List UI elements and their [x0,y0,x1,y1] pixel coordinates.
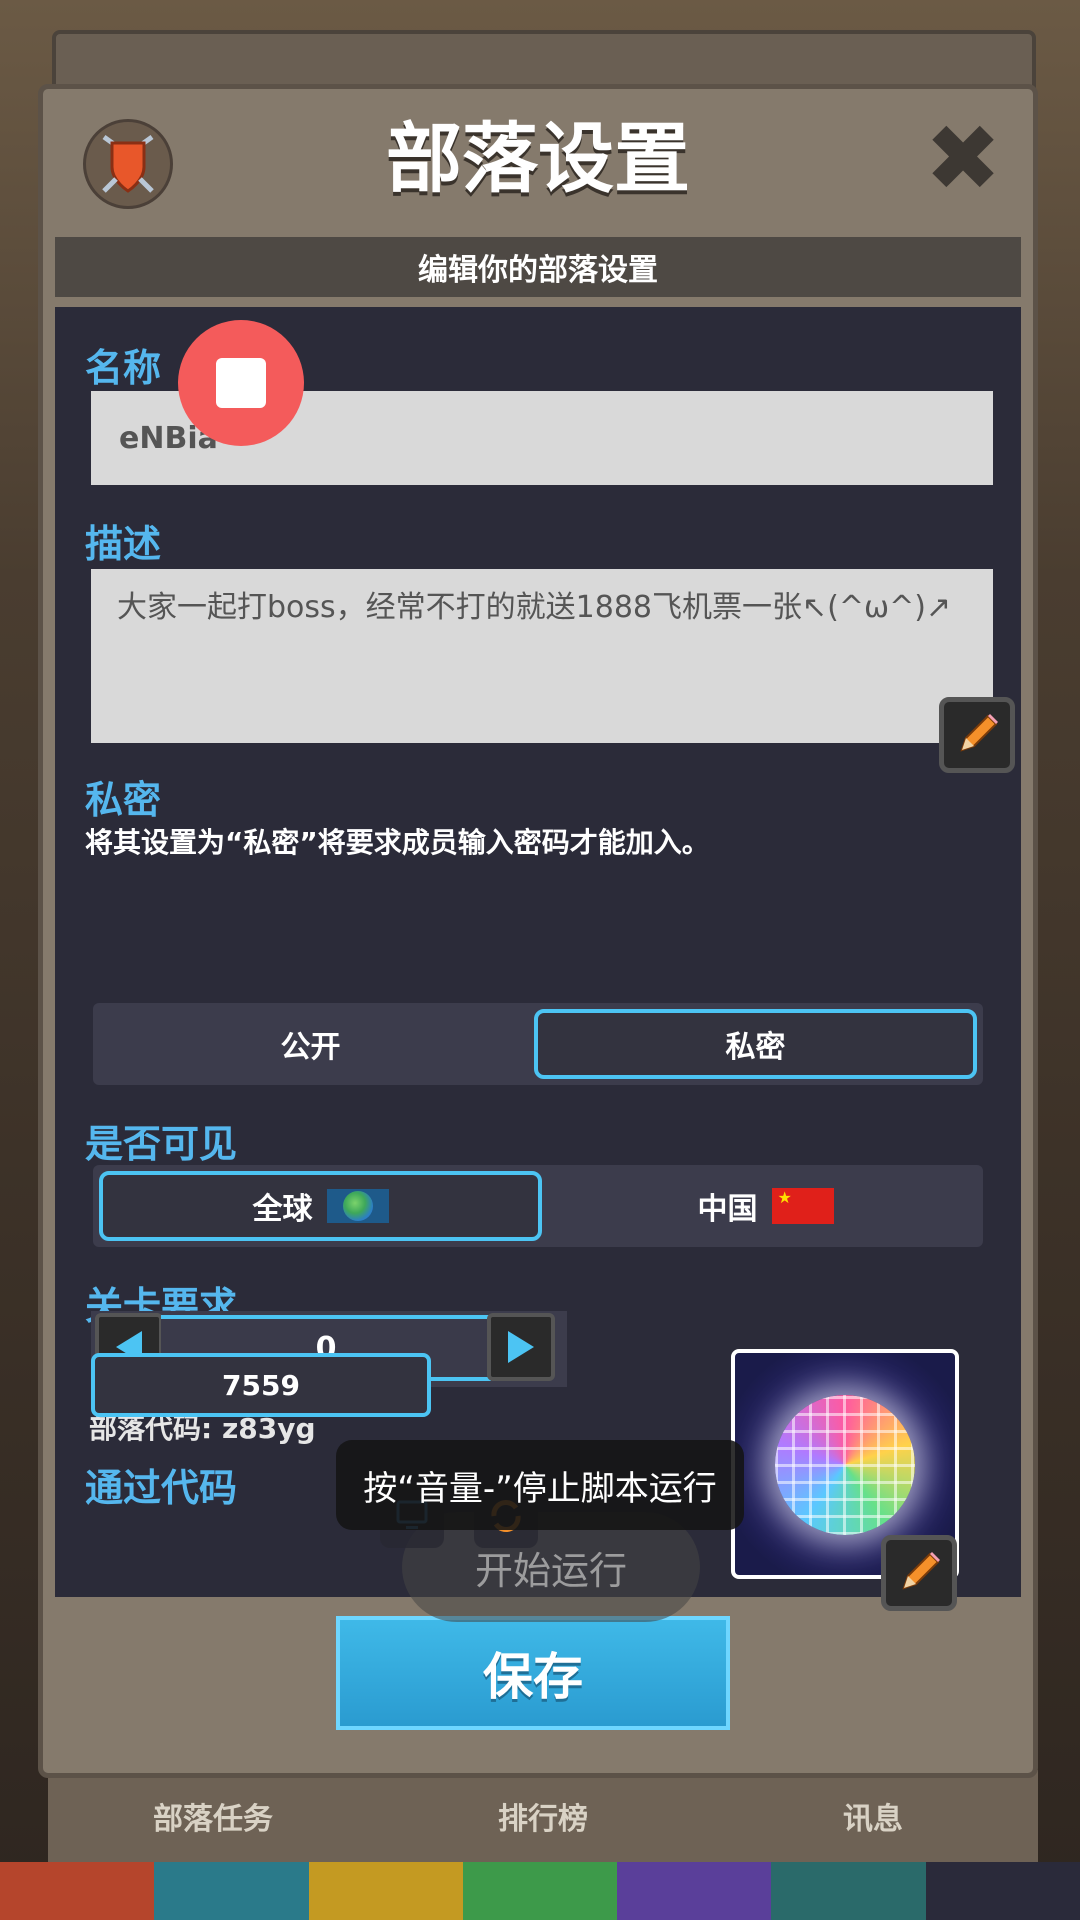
dialog-title-bar: 部落设置 ✖ [43,89,1033,229]
description-input[interactable]: 大家一起打boss，经常不打的就送1888飞机票一张↖(^ω^)↗ [91,569,993,743]
category-tile[interactable] [0,1862,155,1920]
stop-recording-button[interactable] [178,320,304,446]
category-tile[interactable] [771,1862,926,1920]
visibility-option-label: 全球 [252,1192,313,1227]
tab-leaderboard[interactable]: 排行榜 [378,1770,708,1862]
bottom-category-bar [0,1862,1080,1920]
increase-button[interactable] [487,1313,555,1381]
description-label: 描述 [85,522,162,566]
tab-label: 讯息 [843,1802,903,1837]
privacy-option-public[interactable]: 公开 [93,1003,528,1085]
category-tile[interactable] [462,1862,618,1920]
pencil-icon [960,714,998,752]
category-tile[interactable] [925,1862,1080,1920]
arrow-right-icon [508,1331,534,1363]
bottom-tab-bar: 部落任务 排行榜 讯息 [48,1770,1038,1862]
name-label: 名称 [85,346,162,390]
dialog-subtitle: 编辑你的部落设置 [55,237,1021,297]
globe-icon [326,1189,389,1223]
visibility-option-global[interactable]: 全球 [99,1171,542,1241]
visibility-option-china[interactable]: 中国 [548,1165,983,1247]
category-tile[interactable] [617,1862,772,1920]
privacy-label: 私密 [85,778,162,822]
privacy-toggle: 公开 私密 [93,1003,983,1085]
china-flag-icon [771,1188,834,1224]
tab-messages[interactable]: 讯息 [708,1770,1038,1862]
privacy-note: 将其设置为“私密”将要求成员输入密码才能加入。 [85,826,710,859]
pass-code-input[interactable]: 7559 [91,1353,431,1417]
pencil-icon [902,1552,940,1590]
disco-ball-emblem [775,1395,915,1535]
visibility-label: 是否可见 [85,1122,238,1166]
edit-description-button[interactable] [939,697,1015,773]
category-tile[interactable] [154,1862,309,1920]
close-icon[interactable]: ✖ [923,113,1003,205]
stop-icon [216,358,266,408]
pass-code-label: 通过代码 [85,1466,238,1510]
tab-label: 部落任务 [153,1802,273,1837]
category-tile[interactable] [308,1862,463,1920]
visibility-toggle: 全球 中国 [93,1165,983,1247]
save-button[interactable]: 保存 [336,1616,730,1730]
visibility-option-label: 中国 [697,1192,758,1227]
tab-clan-tasks[interactable]: 部落任务 [48,1770,378,1862]
tab-label: 排行榜 [498,1802,588,1837]
stop-script-toast: 按“音量-”停止脚本运行 [336,1440,744,1530]
privacy-option-private[interactable]: 私密 [534,1009,977,1079]
dialog-title: 部落设置 [386,114,690,203]
edit-emblem-button[interactable] [881,1535,957,1611]
